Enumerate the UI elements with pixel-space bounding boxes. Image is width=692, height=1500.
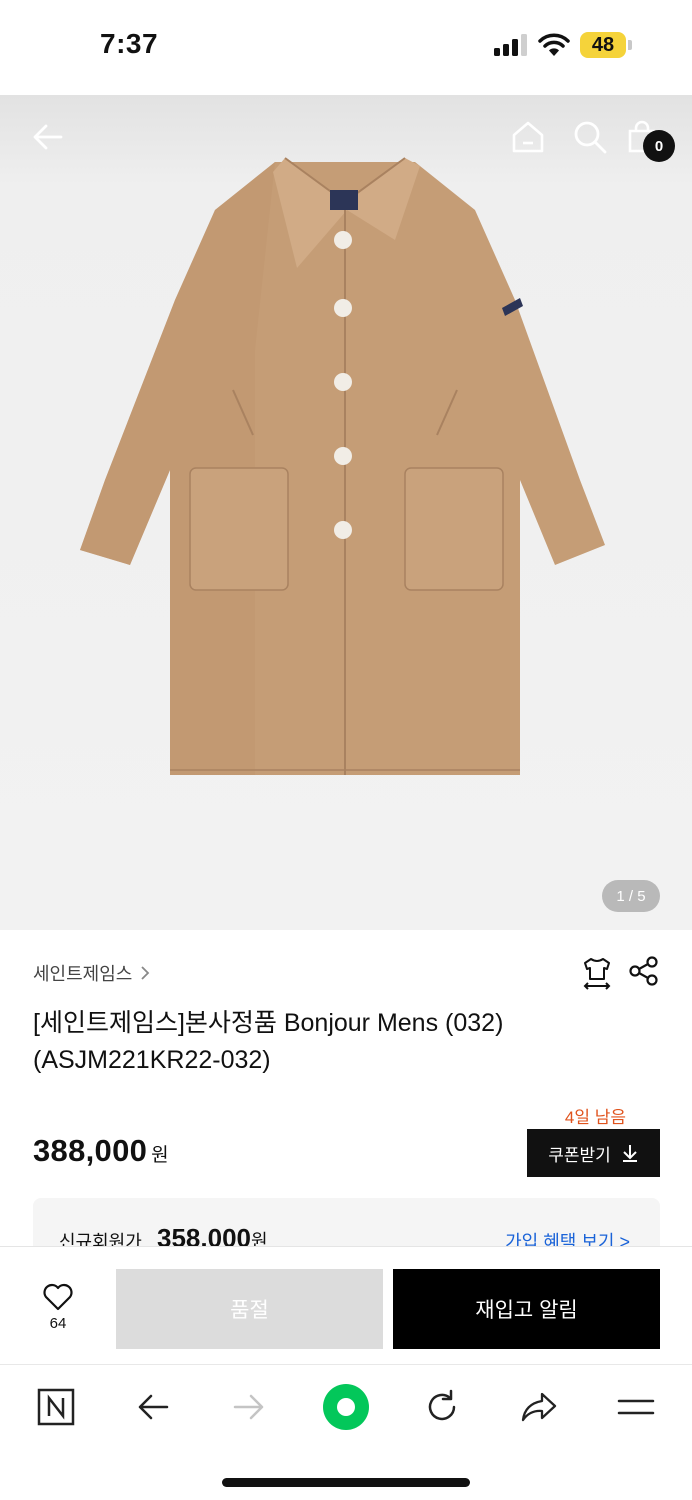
battery-indicator: 48 [580, 32, 626, 58]
coupon-label: 쿠폰받기 [548, 1145, 611, 1165]
product-title: [세인트제임스]본사정품 Bonjour Mens (032) (ASJM221… [33, 1005, 653, 1079]
purchase-action-bar: 64 품절 재입고 알림 [0, 1246, 692, 1364]
status-time: 7:37 [100, 28, 159, 59]
product-price: 388,000 원 [33, 1133, 169, 1169]
size-guide-icon[interactable] [581, 955, 613, 991]
home-indicator [222, 1478, 470, 1487]
download-icon [622, 1145, 637, 1162]
soldout-button[interactable]: 품절 [116, 1269, 383, 1349]
green-dot-icon[interactable] [322, 1384, 370, 1430]
brand-name: 세인트제임스 [33, 964, 133, 984]
product-image-gallery[interactable]: 0 1 / 5 [0, 95, 692, 930]
coupon-download-button[interactable]: 쿠폰받기 [527, 1129, 660, 1177]
product-info-actions [581, 955, 659, 991]
cart-count-badge: 0 [643, 130, 675, 162]
signal-icon [494, 34, 527, 56]
gallery-page-indicator: 1 / 5 [602, 880, 660, 912]
status-icons: 48 [494, 32, 632, 58]
chevron-right-icon [141, 966, 150, 980]
back-arrow-icon[interactable] [26, 115, 70, 159]
reload-icon[interactable] [418, 1385, 466, 1429]
product-coat-image [80, 157, 605, 775]
like-count: 64 [49, 1315, 67, 1332]
share-arrow-icon[interactable] [515, 1385, 563, 1429]
brand-link[interactable]: 세인트제임스 [33, 960, 152, 986]
status-bar: 7:37 48 [0, 0, 692, 95]
heart-icon [43, 1283, 73, 1311]
share-icon[interactable] [629, 955, 659, 987]
product-title-line1: [세인트제임스]본사정품 Bonjour Mens (032) [33, 1009, 504, 1037]
naver-logo-icon[interactable] [32, 1385, 80, 1429]
browser-forward-icon[interactable] [225, 1385, 273, 1429]
price-value: 388,000 [33, 1133, 148, 1168]
product-title-line2: (ASJM221KR22-032) [33, 1046, 271, 1074]
like-button[interactable]: 64 [33, 1283, 83, 1332]
menu-icon[interactable] [612, 1385, 660, 1429]
coupon-days-left: 4일 남음 [564, 1108, 626, 1127]
restock-alert-button[interactable]: 재입고 알림 [393, 1269, 660, 1349]
wifi-icon [538, 33, 570, 56]
battery-nub [628, 40, 632, 50]
price-unit: 원 [151, 1145, 169, 1166]
browser-back-icon[interactable] [129, 1385, 177, 1429]
